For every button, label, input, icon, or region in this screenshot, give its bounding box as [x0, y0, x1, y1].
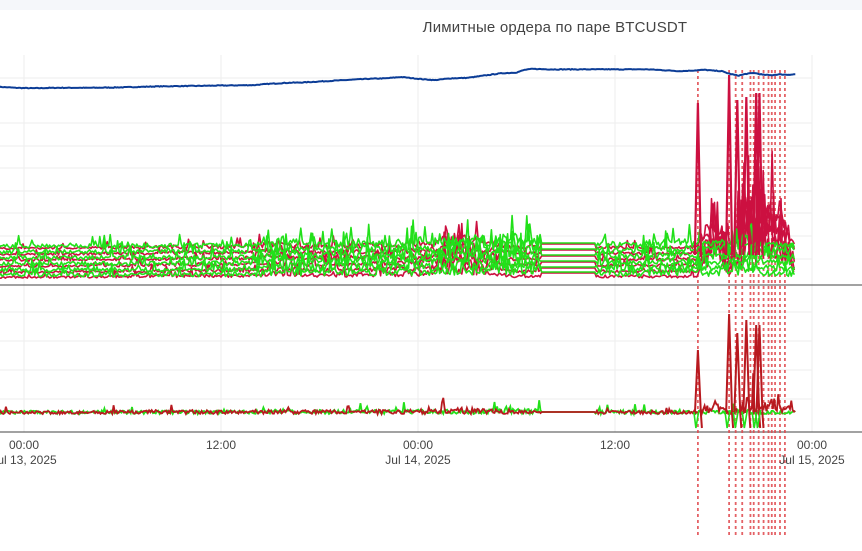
x-tick-date-0: Jul 13, 2025 [0, 453, 57, 467]
bid-order-line-0 [0, 214, 796, 249]
x-tick-label-3: 12:00 [600, 438, 630, 452]
x-tick-date-4: Jul 15, 2025 [779, 453, 845, 467]
x-axis-ticks: 00:00Jul 13, 202512:0000:00Jul 14, 20251… [0, 438, 845, 467]
bid-order-line-1 [0, 219, 795, 255]
x-tick-label-1: 12:00 [206, 438, 236, 452]
spread-ask-line [0, 373, 796, 417]
x-tick-label-0: 00:00 [9, 438, 39, 452]
event-markers [697, 70, 786, 535]
x-tick-date-2: Jul 14, 2025 [385, 453, 451, 467]
x-tick-label-2: 00:00 [403, 438, 433, 452]
ask-order-line-0 [0, 174, 796, 250]
chart-canvas[interactable]: 00:00Jul 13, 202512:0000:00Jul 14, 20251… [0, 0, 862, 551]
x-tick-label-4: 00:00 [797, 438, 827, 452]
price-line [0, 67, 796, 90]
